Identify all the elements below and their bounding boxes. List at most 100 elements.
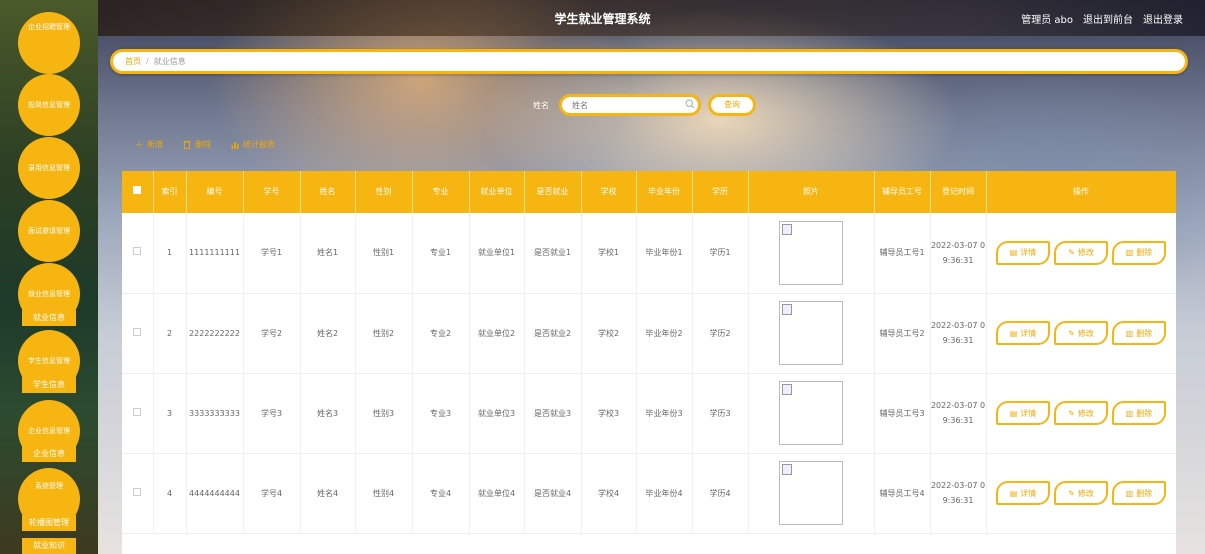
sidebar-item-hire[interactable]: 录用信息管理 (18, 137, 80, 199)
breadcrumb-separator: / (146, 57, 149, 66)
sidebar-item-label: 企业招聘管理 (28, 23, 70, 31)
cell-major: 专业3 (412, 373, 470, 454)
toolbar: ＋ 新增 删除 统计报表 (135, 139, 275, 150)
logout-link[interactable]: 退出登录 (1143, 11, 1183, 26)
select-all-checkbox[interactable] (133, 186, 142, 194)
cell-unit: 就业单位2 (469, 293, 525, 374)
cell-counselor: 辅导员工号4 (874, 453, 931, 534)
delete-label: 删除 (1136, 248, 1153, 258)
cell-year: 毕业年份4 (636, 453, 693, 534)
sidebar-subitem-employment-info[interactable]: 就业信息 (22, 310, 76, 326)
cell-counselor: 辅导员工号2 (874, 293, 931, 374)
cell-student-no: 学号3 (243, 373, 301, 454)
cell-photo (748, 373, 875, 454)
detail-label: 详情 (1020, 328, 1037, 338)
table-row: 4 4444444444 学号4 姓名4 性别4 专业4 就业单位4 是否就业4… (122, 453, 1176, 534)
bar-chart-icon (231, 141, 239, 149)
cell-name: 姓名1 (300, 213, 356, 294)
name-search-input[interactable] (559, 94, 701, 116)
cell-unit: 就业单位4 (469, 453, 525, 534)
select-all-header (122, 171, 154, 213)
pencil-icon: ✎ (1068, 488, 1075, 498)
sidebar-item-recruitment[interactable]: 企业招聘管理 (18, 12, 80, 74)
document-icon: ▤ (1009, 488, 1018, 498)
sidebar-subitem-student-info[interactable]: 学生信息 (22, 377, 76, 393)
cell-photo (748, 293, 875, 374)
row-checkbox[interactable] (133, 327, 142, 336)
top-bar-links: 管理员 abo 退出到前台 退出登录 (1021, 11, 1183, 26)
detail-button[interactable]: ▤ 详情 (996, 321, 1050, 345)
cell-actions: ▤ 详情 ✎ 修改 ▥ 删除 (986, 213, 1176, 294)
column-header: 专业 (412, 171, 470, 213)
cell-counselor: 辅导员工号1 (874, 213, 931, 294)
row-select-cell (122, 213, 154, 294)
row-checkbox[interactable] (133, 407, 142, 416)
table-row: 1 1111111111 学号1 姓名1 性别1 专业1 就业单位1 是否就业1… (122, 213, 1176, 294)
detail-button[interactable]: ▤ 详情 (996, 481, 1050, 505)
edit-button[interactable]: ✎ 修改 (1054, 481, 1108, 505)
search-button[interactable]: 查询 (708, 94, 756, 116)
column-header: 照片 (748, 171, 875, 213)
cell-employed: 是否就业3 (524, 373, 582, 454)
edit-label: 修改 (1077, 488, 1094, 498)
breadcrumb-home[interactable]: 首页 (125, 57, 141, 66)
row-select-cell (122, 373, 154, 454)
sidebar-item-label: 企业信息管理 (28, 427, 70, 435)
row-delete-button[interactable]: ▥ 删除 (1112, 481, 1166, 505)
delete-button[interactable]: 删除 (183, 139, 211, 150)
cell-gender: 性别1 (355, 213, 413, 294)
row-delete-button[interactable]: ▥ 删除 (1112, 401, 1166, 425)
sidebar-item-label: 就业信息管理 (28, 290, 70, 298)
cell-time: 2022-03-07 09:36:31 (930, 453, 987, 534)
search-label: 姓名 (533, 101, 549, 110)
sidebar-item-interview[interactable]: 面试邀请管理 (18, 200, 80, 262)
edit-button[interactable]: ✎ 修改 (1054, 240, 1108, 265)
detail-button[interactable]: ▤ 详情 (996, 240, 1050, 265)
column-header: 编号 (186, 171, 244, 213)
cell-year: 毕业年份1 (636, 213, 693, 294)
edit-label: 修改 (1077, 248, 1094, 258)
breadcrumb-current: 就业信息 (153, 57, 186, 66)
cell-unit: 就业单位3 (469, 373, 525, 454)
sidebar-subitem-knowledge[interactable]: 就业知识 (22, 538, 76, 554)
top-bar: 学生就业管理系统 管理员 abo 退出到前台 退出登录 (0, 0, 1205, 36)
document-icon: ▤ (1009, 328, 1018, 338)
cell-school: 学校2 (581, 293, 637, 374)
cell-employed: 是否就业2 (524, 293, 582, 374)
pencil-icon: ✎ (1068, 328, 1075, 338)
detail-label: 详情 (1020, 488, 1037, 498)
trash-icon: ▥ (1125, 328, 1134, 338)
document-icon: ▤ (1009, 248, 1018, 258)
admin-label[interactable]: 管理员 abo (1021, 11, 1073, 26)
sidebar-item-label: 面试邀请管理 (28, 227, 70, 235)
cell-actions: ▤ 详情 ✎ 修改 ▥ 删除 (986, 373, 1176, 454)
row-delete-button[interactable]: ▥ 删除 (1112, 240, 1166, 265)
detail-label: 详情 (1020, 408, 1037, 418)
column-header: 索引 (153, 171, 187, 213)
cell-degree: 学历1 (692, 213, 749, 294)
row-delete-button[interactable]: ▥ 删除 (1112, 321, 1166, 345)
column-header: 是否就业 (524, 171, 582, 213)
edit-label: 修改 (1077, 408, 1094, 418)
cell-name: 姓名3 (300, 373, 356, 454)
sidebar-subitem-company-info[interactable]: 企业信息 (22, 446, 76, 462)
row-checkbox[interactable] (133, 247, 142, 256)
cell-time: 2022-03-07 09:36:31 (930, 213, 987, 294)
front-link[interactable]: 退出到前台 (1083, 11, 1133, 26)
detail-button[interactable]: ▤ 详情 (996, 401, 1050, 425)
delete-label: 删除 (1136, 488, 1153, 498)
sidebar-item-resume[interactable]: 投简信息管理 (18, 74, 80, 136)
edit-button[interactable]: ✎ 修改 (1054, 401, 1108, 425)
sidebar-subitem-carousel[interactable]: 轮播图管理 (22, 515, 76, 531)
add-button[interactable]: ＋ 新增 (135, 139, 163, 150)
cell-photo (748, 453, 875, 534)
cell-name: 姓名2 (300, 293, 356, 374)
cell-code: 2222222222 (186, 293, 244, 374)
cell-code: 4444444444 (186, 453, 244, 534)
sidebar-item-label: 学生信息管理 (28, 357, 70, 365)
cell-photo (748, 213, 875, 294)
row-checkbox[interactable] (133, 487, 142, 496)
report-button[interactable]: 统计报表 (231, 139, 275, 150)
plus-icon: ＋ (135, 140, 143, 149)
edit-button[interactable]: ✎ 修改 (1054, 321, 1108, 345)
